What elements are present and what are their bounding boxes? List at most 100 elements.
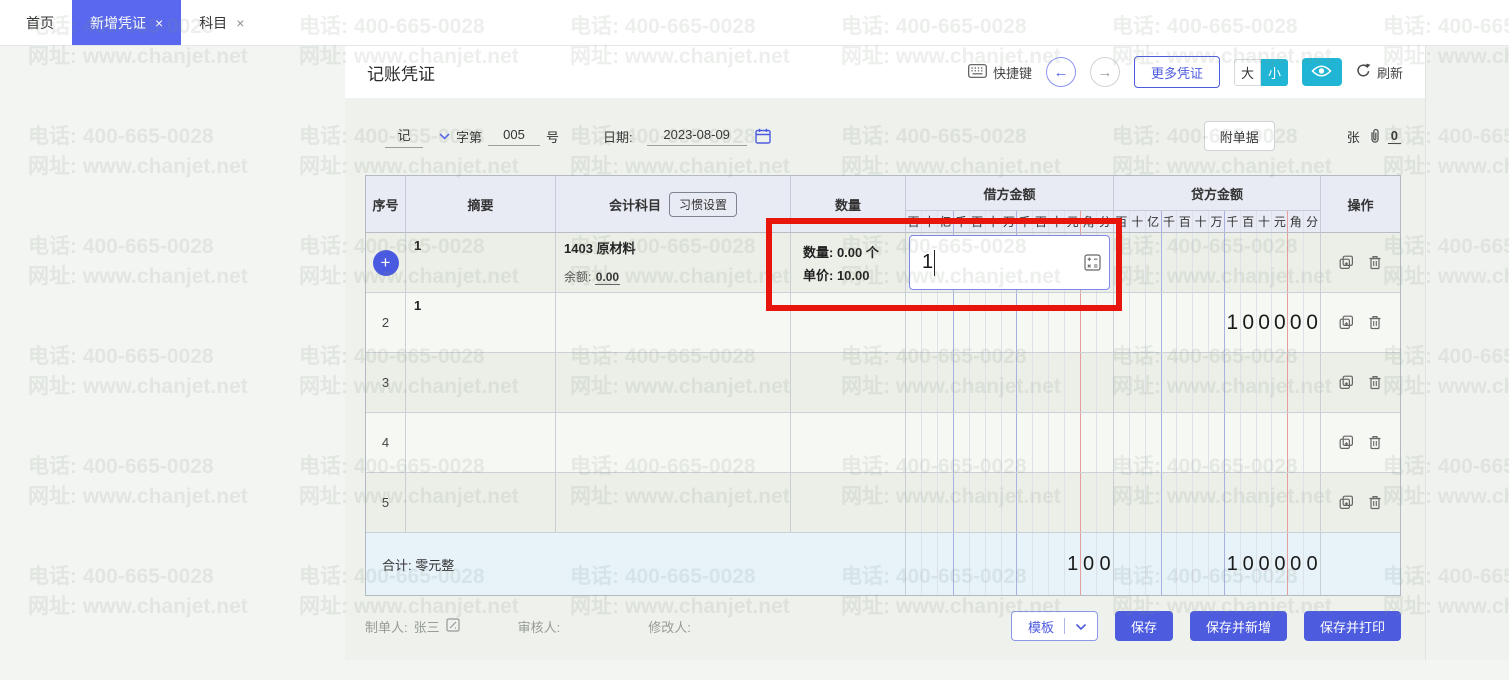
- account-cell[interactable]: [556, 293, 791, 352]
- account-cell[interactable]: [556, 473, 791, 532]
- digit-cell: [1225, 233, 1241, 292]
- debit-amount-cell[interactable]: [906, 353, 1114, 412]
- calculator-icon[interactable]: [1084, 254, 1101, 271]
- credit-amount-cell[interactable]: [1114, 473, 1321, 532]
- debit-digit-labels: 百十亿千百十万千百十元角分: [906, 210, 1113, 232]
- attach-document-button[interactable]: 附单据: [1203, 121, 1275, 151]
- text-caret: [934, 249, 936, 276]
- digit-cell: [1130, 293, 1146, 352]
- chevron-down-icon[interactable]: [1075, 619, 1087, 634]
- digit-cell: [1033, 413, 1050, 472]
- digit-cell: 0: [1288, 293, 1305, 352]
- refresh-button[interactable]: 刷新: [1356, 63, 1403, 82]
- digit-cell: [1288, 413, 1305, 472]
- summary-cell[interactable]: [406, 473, 556, 532]
- credit-amount-cell[interactable]: [1114, 233, 1321, 292]
- trash-icon[interactable]: [1368, 435, 1382, 450]
- credit-amount-cell[interactable]: [1114, 413, 1321, 472]
- copy-icon[interactable]: [1339, 375, 1354, 390]
- account-cell[interactable]: 1403 原材料 余额: 0.00: [556, 233, 791, 292]
- digit-grid[interactable]: [1114, 473, 1320, 532]
- copy-icon[interactable]: [1339, 315, 1354, 330]
- trash-icon[interactable]: [1368, 495, 1382, 510]
- close-icon[interactable]: ×: [236, 15, 244, 31]
- copy-icon[interactable]: [1339, 255, 1354, 270]
- digit-grid[interactable]: [906, 473, 1113, 532]
- debit-amount-cell[interactable]: 1: [906, 233, 1114, 292]
- save-and-new-button[interactable]: 保存并新增: [1189, 611, 1287, 641]
- trash-icon[interactable]: [1368, 315, 1382, 330]
- trash-icon[interactable]: [1368, 255, 1382, 270]
- date-field[interactable]: 2023-08-09: [646, 127, 747, 146]
- shortcut-label: 快捷键: [992, 65, 1032, 81]
- digit-grid[interactable]: [1114, 413, 1320, 472]
- summary-cell[interactable]: [406, 353, 556, 412]
- digit-label: 十: [922, 211, 938, 232]
- balance-value[interactable]: 0.00: [594, 270, 621, 285]
- voucher-number-field[interactable]: 005: [488, 127, 541, 146]
- digit-cell: [1272, 353, 1289, 412]
- col-header-quantity: 数量: [791, 176, 906, 232]
- debit-amount-cell[interactable]: [906, 293, 1114, 352]
- credit-amount-cell[interactable]: [1114, 353, 1321, 412]
- digit-grid[interactable]: [906, 413, 1113, 472]
- template-button[interactable]: 模板: [1010, 611, 1098, 641]
- debit-amount-cell[interactable]: [906, 413, 1114, 472]
- quantity-cell[interactable]: [791, 293, 906, 352]
- digit-cell: [1209, 473, 1225, 532]
- quantity-cell[interactable]: 数量: 0.00 个单价: 10.00: [791, 233, 906, 292]
- close-icon[interactable]: ×: [155, 15, 163, 31]
- digit-cell: [1146, 293, 1162, 352]
- add-row-button[interactable]: +: [372, 249, 399, 276]
- debit-amount-input[interactable]: 1: [909, 235, 1110, 290]
- chevron-down-icon[interactable]: [439, 132, 450, 140]
- digit-grid[interactable]: [906, 293, 1113, 352]
- credit-amount-cell[interactable]: 100000: [1114, 293, 1321, 352]
- digit-grid[interactable]: [1114, 353, 1320, 412]
- save-button[interactable]: 保存: [1114, 611, 1173, 641]
- digit-cell: [1225, 353, 1241, 412]
- summary-cell[interactable]: 1: [406, 233, 556, 292]
- preview-button[interactable]: [1301, 58, 1342, 86]
- summary-cell[interactable]: 1: [406, 293, 556, 352]
- paperclip-icon[interactable]: [1368, 128, 1382, 144]
- digit-cell: [1177, 413, 1194, 472]
- size-large-option[interactable]: 大: [1233, 58, 1261, 86]
- creator-signature: 制单人: 张三: [365, 617, 460, 636]
- more-vouchers-button[interactable]: 更多凭证: [1133, 56, 1220, 88]
- trash-icon[interactable]: [1368, 375, 1382, 390]
- account-cell[interactable]: [556, 413, 791, 472]
- arrow-left-icon: ←: [1053, 63, 1069, 81]
- modifier-label: 修改人:: [648, 619, 691, 635]
- account-cell[interactable]: [556, 353, 791, 412]
- tab-科目[interactable]: 科目 ×: [181, 0, 262, 45]
- digit-cell: [1002, 413, 1018, 472]
- digit-grid[interactable]: 100: [906, 533, 1113, 595]
- digit-cell: [954, 473, 970, 532]
- digit-grid[interactable]: [1114, 233, 1320, 292]
- shortcut-button[interactable]: 快捷键: [968, 63, 1032, 82]
- quantity-cell[interactable]: [791, 413, 906, 472]
- account-header-label: 会计科目: [608, 197, 661, 213]
- size-small-option[interactable]: 小: [1260, 58, 1288, 86]
- tab-label: 新增凭证: [90, 14, 146, 31]
- edit-icon[interactable]: [446, 617, 460, 635]
- quantity-cell[interactable]: [791, 353, 906, 412]
- tab-首页[interactable]: 首页: [8, 0, 72, 45]
- copy-icon[interactable]: [1339, 435, 1354, 450]
- summary-cell[interactable]: [406, 413, 556, 472]
- quantity-cell[interactable]: [791, 473, 906, 532]
- previous-voucher-button[interactable]: ←: [1045, 57, 1076, 87]
- attach-count-field[interactable]: 0: [1387, 128, 1401, 144]
- digit-grid[interactable]: [906, 353, 1113, 412]
- calendar-icon[interactable]: [754, 128, 771, 144]
- digit-grid[interactable]: 100000: [1114, 293, 1320, 352]
- copy-icon[interactable]: [1339, 495, 1354, 510]
- save-and-print-button[interactable]: 保存并打印: [1303, 611, 1401, 641]
- next-voucher-button[interactable]: →: [1089, 57, 1120, 87]
- digit-grid[interactable]: 100000: [1114, 533, 1320, 595]
- voucher-word-select[interactable]: 记: [385, 125, 423, 148]
- debit-amount-cell[interactable]: [906, 473, 1114, 532]
- tab-新增凭证[interactable]: 新增凭证 ×: [72, 0, 182, 45]
- habit-settings-button[interactable]: 习惯设置: [669, 191, 738, 217]
